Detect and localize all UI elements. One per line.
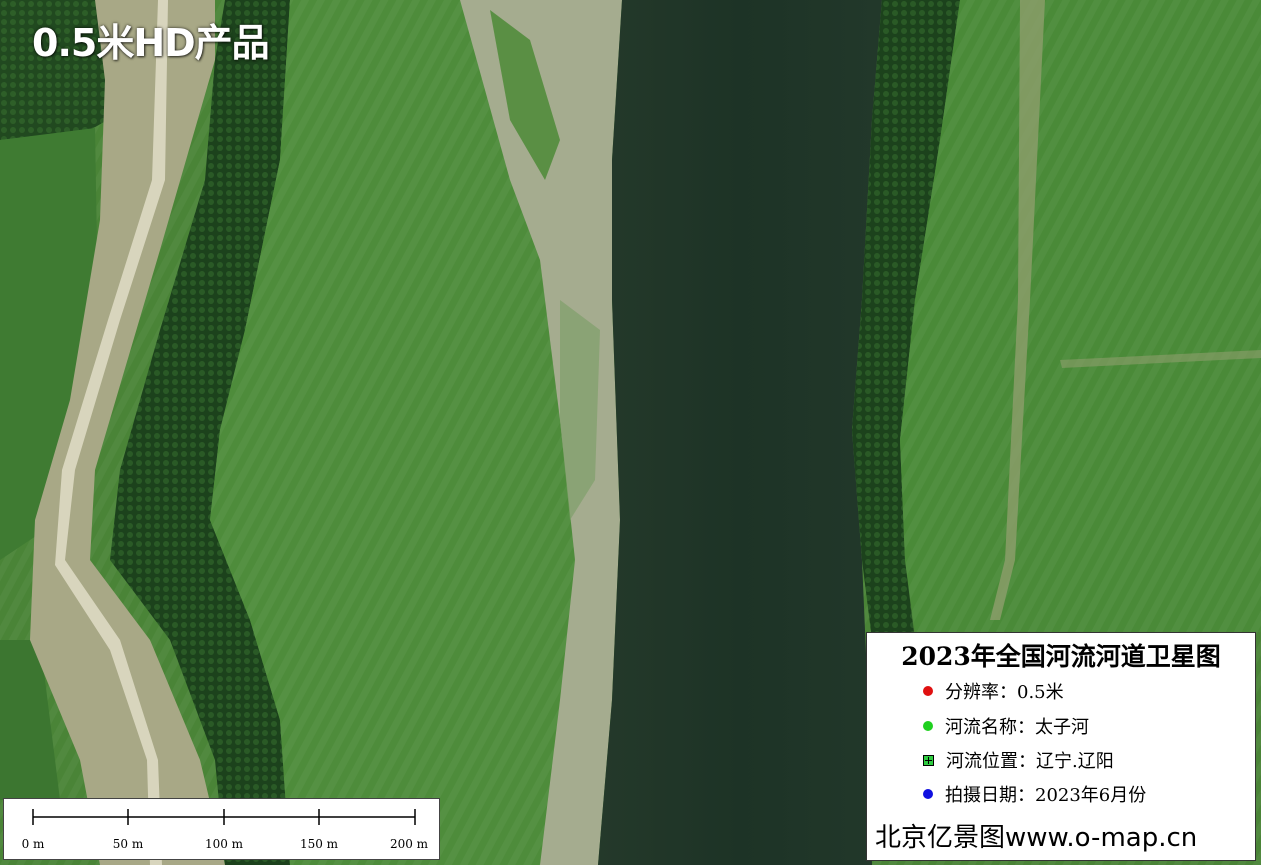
green-square-icon — [923, 754, 934, 766]
blue-dot-icon — [923, 789, 933, 799]
legend-footer-brand: 北京亿景图www.o-map.cn — [875, 823, 1198, 853]
legend-item-capture-date: 拍摄日期：2023年6月份 — [923, 782, 1146, 806]
legend-item-river-location: 河流位置：辽宁.辽阳 — [923, 748, 1114, 772]
scale-bar-graphic — [32, 809, 416, 825]
legend-item-river-name: 河流名称：太子河 — [923, 714, 1089, 738]
scale-tick-label: 50 m — [112, 837, 144, 851]
map-legend: 2023年全国河流河道卫星图 分辨率：0.5米 河流名称：太子河 河流位置：辽宁… — [866, 632, 1256, 861]
legend-title: 2023年全国河流河道卫星图 — [901, 642, 1221, 671]
scale-tick-label: 200 m — [389, 837, 429, 851]
river-channel — [598, 0, 882, 865]
scale-tick-label: 0 m — [21, 837, 45, 851]
scale-bar: 0 m 50 m 100 m 150 m 200 m — [3, 798, 440, 860]
red-dot-icon — [923, 686, 933, 696]
legend-item-label: 拍摄日期：2023年6月份 — [945, 785, 1147, 806]
legend-item-label: 河流名称：太子河 — [945, 717, 1089, 738]
scale-tick-label: 100 m — [204, 837, 244, 851]
legend-item-label: 分辨率：0.5米 — [945, 682, 1064, 703]
green-dot-icon — [923, 721, 933, 731]
legend-item-resolution: 分辨率：0.5米 — [923, 679, 1064, 703]
image-title: 0.5米HD产品 — [32, 21, 270, 65]
legend-item-label: 河流位置：辽宁.辽阳 — [946, 751, 1114, 772]
scale-tick-label: 150 m — [299, 837, 339, 851]
